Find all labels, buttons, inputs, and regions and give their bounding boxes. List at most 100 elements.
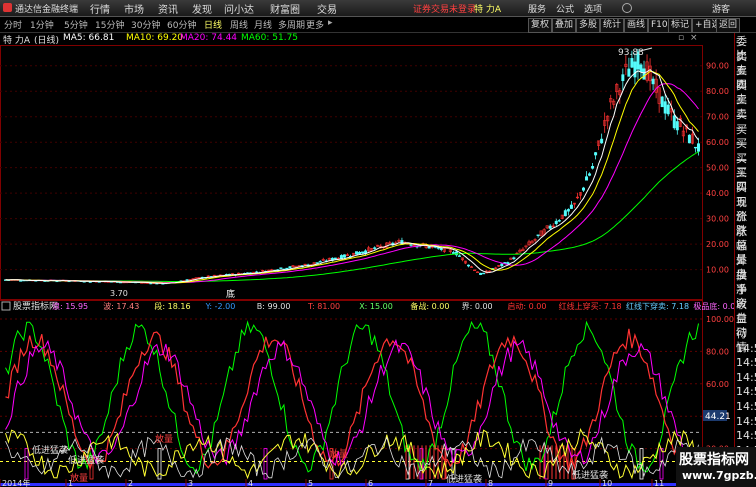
app-logo-icon — [3, 3, 12, 12]
guest-label[interactable]: 游客 — [712, 2, 730, 15]
menu-item[interactable]: 问小达 — [224, 1, 254, 16]
time-axis-label: 9 — [548, 479, 553, 487]
candle-body — [566, 209, 570, 212]
adjust-button[interactable]: 复权 — [528, 18, 553, 33]
candle-body — [639, 64, 643, 72]
candle-body — [642, 68, 646, 80]
back-button[interactable]: 返回 — [716, 18, 741, 33]
candle-body — [373, 247, 377, 249]
tab-period[interactable]: 60分钟 — [167, 18, 196, 31]
tab-period[interactable]: 15分钟 — [95, 18, 124, 31]
candle-body — [627, 68, 631, 77]
candle-body — [600, 138, 604, 144]
chart-area[interactable]: 90.00 80.00 70.00 60.00 50.00 40.00 30.00 20.00… — [0, 45, 734, 487]
menu-item[interactable]: 交易 — [317, 1, 337, 16]
quote-field-label: 14:5 — [736, 400, 756, 413]
candle-body — [427, 246, 431, 249]
quote-field-label: 14:5 — [736, 356, 756, 370]
menu-options[interactable]: 选项 — [584, 2, 602, 15]
candle-body — [633, 61, 637, 78]
mark-button[interactable]: 标记 — [668, 18, 693, 33]
candle-body — [285, 267, 289, 270]
candle-body — [333, 257, 337, 260]
quote-field-label: 14:5 — [736, 341, 756, 355]
chevron-right-icon[interactable]: ▸ — [328, 18, 333, 28]
candle-body — [563, 210, 567, 217]
tab-period[interactable]: 多周期 — [278, 18, 305, 31]
tab-period[interactable]: 30分钟 — [131, 18, 160, 31]
candle-body — [467, 264, 471, 267]
indicator-value-label: 红线上穿买: 7.18 — [559, 301, 622, 311]
candle-body — [588, 173, 592, 176]
candle-body — [479, 272, 483, 275]
candle-body — [342, 254, 346, 258]
signal-annotation: 低进猛袭 — [32, 444, 68, 456]
time-axis-label: 4 — [248, 479, 253, 487]
candle-body — [557, 220, 561, 222]
indicator-value-label: 红线下穿卖: 7.18 — [626, 301, 689, 311]
candle-body — [536, 234, 540, 236]
candle-body — [621, 74, 625, 82]
candle-body — [696, 143, 700, 152]
price-axis-label: 10.00 — [706, 266, 729, 275]
time-axis-label: 10 — [602, 479, 612, 487]
indicator-value-label: 界: 0.00 — [462, 302, 493, 311]
overlay-button[interactable]: 叠加 — [552, 18, 577, 33]
menu-item[interactable]: 资讯 — [158, 1, 178, 16]
candle-body — [591, 166, 595, 169]
candle-body — [693, 146, 697, 149]
candle-body — [451, 252, 455, 254]
tab-period[interactable]: 更多 — [306, 18, 324, 31]
candle-body — [660, 96, 664, 108]
price-axis-label: 60.00 — [706, 138, 729, 147]
signal-annotation: 低进猛袭 — [68, 454, 104, 466]
ma20-value: MA20: 74.44 — [180, 33, 238, 43]
indicator-value-label: 启动: 0.00 — [507, 301, 546, 311]
time-axis-label: 8 — [488, 479, 493, 487]
price-axis-label: 90.00 — [706, 62, 729, 71]
quote-field-label: 14:5 — [736, 414, 756, 428]
candle-body — [315, 262, 319, 264]
candle-body — [666, 104, 670, 115]
candle-body — [548, 225, 552, 229]
multi-stock-button[interactable]: 多股 — [576, 18, 601, 33]
tab-period-active[interactable]: 日线 — [204, 18, 222, 31]
candle-body — [457, 255, 461, 257]
indicator-value-label: Y: -2.00 — [205, 302, 236, 311]
tab-period[interactable]: 月线 — [254, 18, 272, 31]
price-axis: 90.00 80.00 70.00 60.00 50.00 40.00 30.00 20.00… — [706, 62, 729, 275]
indicator-value-label: 浪: 15.95 — [52, 301, 88, 311]
time-axis-label: 6 — [368, 479, 373, 487]
indicator-value-label: X: 15.00 — [359, 302, 393, 311]
menu-item[interactable]: 财富圈 — [270, 1, 300, 16]
time-axis-label: 5 — [308, 479, 313, 487]
candle-body — [361, 251, 365, 254]
close-icon[interactable]: × — [690, 33, 698, 43]
menu-item[interactable]: 市场 — [124, 1, 144, 16]
settings-icon[interactable]: ▫ — [678, 33, 684, 43]
candle-body — [554, 220, 558, 225]
user-icon[interactable] — [622, 3, 632, 13]
stats-button[interactable]: 统计 — [600, 18, 625, 33]
watermark-url: www.7gpzb.com — [682, 469, 756, 482]
candle-body — [675, 121, 679, 131]
tab-period[interactable]: 分时 — [4, 18, 22, 31]
ma10-value: MA10: 69.20 — [126, 33, 184, 43]
menu-service[interactable]: 服务 — [528, 2, 546, 15]
login-status[interactable]: 证券交易未登录 — [413, 2, 476, 15]
candle-body — [500, 263, 504, 267]
indicator-value-tag-text: 44.21 — [705, 412, 731, 422]
menu-item[interactable]: 行情 — [90, 1, 110, 16]
tab-period[interactable]: 5分钟 — [64, 18, 88, 31]
candle-body — [19, 280, 23, 282]
tab-period[interactable]: 1分钟 — [30, 18, 54, 31]
candle-body — [581, 187, 585, 191]
menu-item[interactable]: 发现 — [192, 1, 212, 16]
draw-line-button[interactable]: 画线 — [624, 18, 649, 33]
menu-formula[interactable]: 公式 — [556, 2, 574, 15]
signal-annotation: 底 — [226, 288, 235, 300]
baseline-bar — [0, 483, 702, 486]
candle-body — [482, 272, 486, 275]
tab-period[interactable]: 周线 — [230, 18, 248, 31]
ma60-value: MA60: 51.75 — [241, 33, 299, 43]
